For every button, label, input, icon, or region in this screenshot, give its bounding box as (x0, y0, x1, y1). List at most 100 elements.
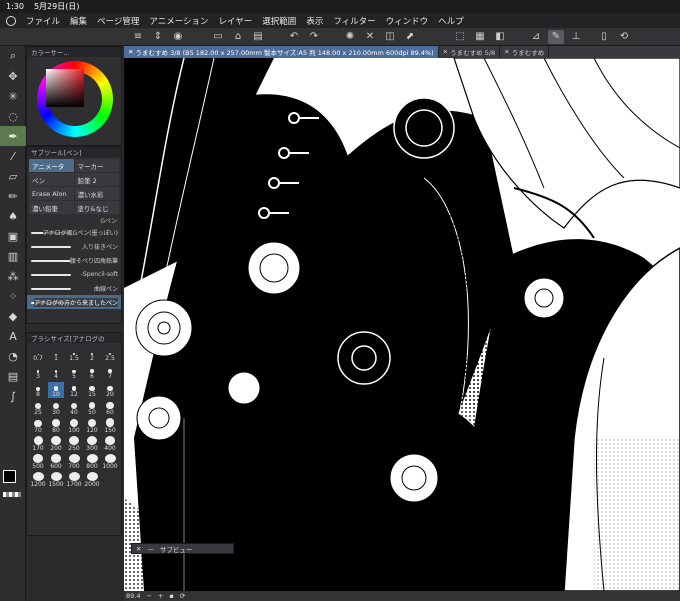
tab-canvas-2[interactable]: ✕ うまむすめ 5/8 (439, 46, 501, 58)
brush-size-option[interactable]: 2 (84, 346, 100, 362)
brush-size-option[interactable]: 0.7 (30, 346, 46, 362)
close-icon[interactable]: ✕ (504, 48, 512, 56)
brush-size-option[interactable]: 150 (102, 418, 118, 434)
brush-size-option[interactable]: 200 (48, 436, 64, 452)
open-icon[interactable]: ⌂ (230, 30, 246, 44)
spray-icon[interactable]: ⁘ (0, 286, 26, 306)
minimize-icon[interactable]: — (147, 545, 154, 553)
brush-size-option[interactable]: 1 (48, 346, 64, 362)
clear-icon[interactable]: ✕ (362, 30, 378, 44)
brush-size-option[interactable]: 3 (30, 364, 46, 380)
subtool-item[interactable]: 入り抜きペン (27, 239, 121, 253)
brush-size-option[interactable]: 120 (84, 418, 100, 434)
subtool-group[interactable]: 濃い鉛筆 (29, 201, 74, 214)
correction-icon[interactable]: ∫ (0, 386, 26, 406)
figure-icon[interactable]: ▣ (0, 226, 26, 246)
zoom-in-icon[interactable]: + (158, 592, 163, 600)
fill-icon[interactable]: ◆ (0, 306, 26, 326)
eraser-icon[interactable]: ▱ (0, 166, 26, 186)
tab-canvas-3[interactable]: ✕ うまむすめ (500, 46, 550, 58)
balloon-icon[interactable]: ◔ (0, 346, 26, 366)
brush-size-option[interactable]: 12 (66, 382, 82, 398)
redo-icon[interactable]: ↷ (306, 30, 322, 44)
loading-icon[interactable]: ✺ (342, 30, 358, 44)
menu-help[interactable]: ヘルプ (438, 15, 464, 27)
menu-view[interactable]: 表示 (306, 15, 323, 27)
brush-size-option[interactable]: 80 (48, 418, 64, 434)
subtool-group[interactable]: Erase Alon (29, 187, 74, 200)
line-icon[interactable]: ⊥ (568, 30, 584, 44)
app-logo-icon[interactable] (6, 15, 16, 26)
invert-icon[interactable]: ◧ (492, 30, 508, 44)
pen-icon[interactable]: ✒ (0, 126, 26, 146)
gradient-icon[interactable]: ▤ (0, 366, 26, 386)
subtool-group[interactable]: ペン (29, 173, 74, 186)
brush-size-option[interactable]: 30 (48, 400, 64, 416)
menu-page[interactable]: ページ管理 (97, 15, 139, 27)
brush-size-option[interactable]: 15 (84, 382, 100, 398)
view-icon[interactable]: ◉ (170, 30, 186, 44)
brush-size-option[interactable]: 4 (48, 364, 64, 380)
brush-size-option[interactable]: 1.5 (66, 346, 82, 362)
pen-mode-icon[interactable]: ✎ (548, 29, 564, 44)
hand-icon[interactable]: ✥ (0, 66, 26, 86)
transparent-color-swatch[interactable] (3, 492, 21, 497)
brush-size-option[interactable]: 1200 (30, 472, 46, 488)
subview-panel[interactable]: ✕ — サブビュー (131, 543, 234, 554)
device-icon[interactable]: ▯ (596, 30, 612, 44)
zoom-value[interactable]: 89.4 (126, 592, 140, 600)
undo-icon[interactable]: ↶ (286, 30, 302, 44)
ruler-icon[interactable]: ⊿ (528, 30, 544, 44)
brush-size-option[interactable]: 6 (84, 364, 100, 380)
brush-size-option[interactable]: 600 (48, 454, 64, 470)
brush-size-option[interactable]: 20 (102, 382, 118, 398)
brush-icon[interactable]: ♠ (0, 206, 26, 226)
brush-size-option[interactable]: 70 (30, 418, 46, 434)
fit-icon[interactable]: ▪ (169, 592, 173, 600)
brush-size-option[interactable]: 250 (66, 436, 82, 452)
subtool-group[interactable]: アニメータ (29, 159, 74, 172)
pencil-icon[interactable]: ✏ (0, 186, 26, 206)
drawing-canvas[interactable] (124, 58, 680, 591)
select-all-icon[interactable]: ▦ (472, 30, 488, 44)
close-icon[interactable]: ✕ (128, 48, 136, 56)
menu-edit[interactable]: 編集 (70, 15, 87, 27)
brush-size-option[interactable]: 8 (30, 382, 46, 398)
text-icon[interactable]: A (0, 326, 26, 346)
brush-size-option[interactable]: 5 (66, 364, 82, 380)
subtool-group[interactable]: 濃い水彩 (74, 187, 119, 200)
deselect-icon[interactable]: ⬚ (452, 30, 468, 44)
eyedropper-icon[interactable]: ⁄ (0, 146, 26, 166)
subtool-group[interactable]: 塗り&なじ (74, 201, 119, 214)
new-icon[interactable]: ▭ (210, 30, 226, 44)
subtool-group[interactable]: マーカー (74, 159, 119, 172)
menu-selection[interactable]: 選択範囲 (262, 15, 296, 27)
fill-layer-icon[interactable]: ◫ (382, 30, 398, 44)
menu-layer[interactable]: レイヤー (219, 15, 253, 27)
assist-icon[interactable]: ⟲ (616, 30, 632, 44)
save-icon[interactable]: ▤ (250, 30, 266, 44)
frame-icon[interactable]: ▥ (0, 246, 26, 266)
spinner-icon[interactable]: ⇕ (150, 30, 166, 44)
menu-icon[interactable]: ≡ (130, 30, 146, 44)
brush-size-option[interactable]: 40 (66, 400, 82, 416)
brush-size-option[interactable]: 1500 (48, 472, 64, 488)
menu-animation[interactable]: アニメーション (149, 15, 208, 27)
brush-size-option[interactable]: 10 (48, 382, 64, 398)
zoom-out-icon[interactable]: − (146, 592, 151, 600)
brush-size-option[interactable]: 1000 (102, 454, 118, 470)
menu-window[interactable]: ウィンドウ (386, 15, 429, 27)
subtool-item[interactable]: アナログの方から来ましたペン (27, 295, 121, 309)
brush-size-option[interactable]: 400 (102, 436, 118, 452)
brush-size-option[interactable]: 800 (84, 454, 100, 470)
menu-file[interactable]: ファイル (26, 15, 60, 27)
brush-size-option[interactable]: 25 (30, 400, 46, 416)
brush-size-option[interactable]: 300 (84, 436, 100, 452)
main-color-swatch[interactable] (3, 470, 16, 483)
subtool-item[interactable]: アナログ風Gペン(墨っぽい) (27, 225, 121, 239)
subtool-item[interactable]: -Spencil-soft (27, 267, 121, 281)
brush-size-option[interactable]: 500 (30, 454, 46, 470)
rotate-icon[interactable]: ⟳ (180, 592, 185, 600)
close-icon[interactable]: ✕ (136, 545, 141, 553)
blend-icon[interactable]: ⁂ (0, 266, 26, 286)
